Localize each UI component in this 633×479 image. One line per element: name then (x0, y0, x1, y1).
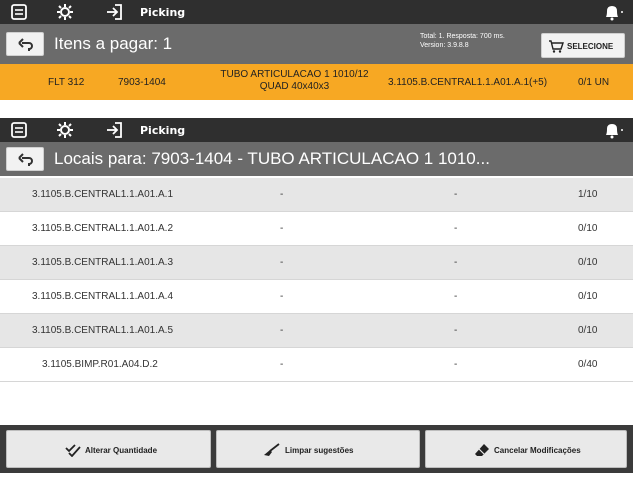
app-title: Picking (140, 6, 186, 19)
location-code: 3.1105.B.CENTRAL1.1.A01.A.5 (32, 325, 174, 336)
location-code: 3.1105.B.CENTRAL1.1.A01.A.2 (32, 223, 174, 234)
location-code: 3.1105.B.CENTRAL1.1.A01.A.3 (32, 257, 174, 268)
item-code: FLT 312 (48, 77, 85, 88)
location-column-3: - (454, 291, 458, 302)
location-quantity: 0/10 (578, 291, 598, 302)
eraser-icon (475, 444, 489, 456)
notification-bell-icon[interactable] (603, 3, 625, 21)
item-description: TUBO ARTICULACAO 1 1010/12 QUAD 40x40x3 (220, 69, 369, 92)
location-quantity: 1/10 (578, 189, 598, 200)
item-location: 3.1105.B.CENTRAL1.1.A01.A.1(+5) (388, 77, 548, 88)
items-to-pay-title: Itens a pagar: 1 (54, 34, 173, 53)
location-row[interactable]: 3.1105.B.CENTRAL1.1.A01.A.5 - - 0/10 (0, 314, 633, 348)
location-column-2: - (280, 325, 284, 336)
app-title: Picking (140, 124, 186, 137)
cancel-changes-label: Cancelar Modificações (494, 446, 581, 455)
location-quantity: 0/10 (578, 223, 598, 234)
back-arrow-icon (18, 153, 33, 166)
location-row[interactable]: 3.1105.B.CENTRAL1.1.A01.A.3 - - 0/10 (0, 246, 633, 280)
notification-bell-icon[interactable] (603, 121, 625, 139)
broom-icon (264, 443, 280, 456)
back-arrow-icon (18, 38, 33, 51)
location-code: 3.1105.BIMP.R01.A04.D.2 (42, 359, 158, 370)
location-quantity: 0/10 (578, 257, 598, 268)
location-column-3: - (454, 359, 458, 370)
logout-icon[interactable] (105, 3, 123, 21)
logout-icon[interactable] (105, 121, 123, 139)
double-check-icon (65, 444, 81, 457)
item-quantity: 0/1 UN (578, 77, 610, 88)
bottom-app-bar: Picking (0, 118, 633, 142)
menu-icon[interactable] (10, 3, 28, 21)
settings-gear-icon[interactable] (56, 121, 74, 139)
location-column-2: - (280, 359, 284, 370)
cart-icon (549, 40, 564, 53)
location-row[interactable]: 3.1105.BIMP.R01.A04.D.2 - - 0/40 (0, 348, 633, 382)
response-info: Total: 1. Resposta: 700 ms. Version: 3.9… (420, 33, 505, 49)
top-app-bar: Picking (0, 0, 633, 24)
location-code: 3.1105.B.CENTRAL1.1.A01.A.4 (32, 291, 174, 302)
location-column-3: - (454, 257, 458, 268)
clear-suggestions-label: Limpar sugestões (285, 446, 354, 455)
location-column-2: - (280, 291, 284, 302)
location-column-2: - (280, 223, 284, 234)
locations-title: Locais para: 7903-1404 - TUBO ARTICULACA… (54, 149, 490, 168)
alter-quantity-button[interactable]: Alterar Quantidade (6, 430, 211, 468)
location-column-3: - (454, 223, 458, 234)
menu-icon[interactable] (10, 121, 28, 139)
cancel-changes-button[interactable]: Cancelar Modificações (425, 430, 627, 468)
location-code: 3.1105.B.CENTRAL1.1.A01.A.1 (32, 189, 174, 200)
top-header-bar: Itens a pagar: 1 Total: 1. Resposta: 700… (0, 24, 633, 64)
action-bar: Alterar Quantidade Limpar sugestões Canc… (0, 425, 633, 473)
locations-header-bar: Locais para: 7903-1404 - TUBO ARTICULACA… (0, 142, 633, 176)
location-row[interactable]: 3.1105.B.CENTRAL1.1.A01.A.2 - - 0/10 (0, 212, 633, 246)
location-row[interactable]: 3.1105.B.CENTRAL1.1.A01.A.4 - - 0/10 (0, 280, 633, 314)
back-button[interactable] (6, 32, 44, 56)
select-button[interactable]: SELECIONE (541, 33, 625, 58)
location-column-2: - (280, 189, 284, 200)
clear-suggestions-button[interactable]: Limpar sugestões (216, 430, 420, 468)
location-column-3: - (454, 189, 458, 200)
location-quantity: 0/10 (578, 325, 598, 336)
item-sku: 7903-1404 (118, 77, 166, 88)
alter-quantity-label: Alterar Quantidade (85, 446, 158, 455)
settings-gear-icon[interactable] (56, 3, 74, 21)
location-row[interactable]: 3.1105.B.CENTRAL1.1.A01.A.1 - - 1/10 (0, 178, 633, 212)
location-column-2: - (280, 257, 284, 268)
selected-item-row[interactable]: FLT 312 7903-1404 TUBO ARTICULACAO 1 101… (0, 64, 633, 100)
back-button[interactable] (6, 147, 44, 171)
location-column-3: - (454, 325, 458, 336)
select-button-label: SELECIONE (567, 42, 614, 51)
location-quantity: 0/40 (578, 359, 598, 370)
